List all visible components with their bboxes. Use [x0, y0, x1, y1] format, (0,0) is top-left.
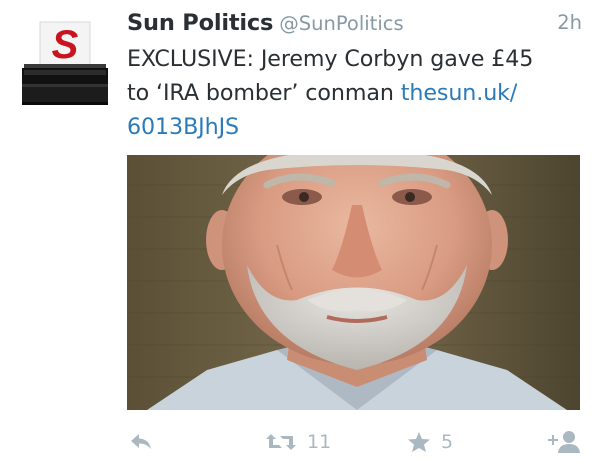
favorite-count: 5 [441, 431, 454, 453]
reply-icon [131, 434, 151, 449]
retweet-icon [266, 434, 296, 450]
tweet-link-continued[interactable]: 6013BJhJS [127, 114, 239, 140]
portrait-photo [127, 155, 580, 410]
ballot-box-logo-icon: S [22, 21, 108, 105]
add-user-icon [548, 431, 580, 453]
tweet-text-line-3: 6013BJhJS [127, 110, 587, 144]
timestamp[interactable]: 2h [557, 11, 582, 34]
tweet-link[interactable]: thesun.uk/ [401, 80, 518, 106]
follow-button[interactable] [545, 425, 581, 459]
tweet-text: EXCLUSIVE: Jeremy Corbyn gave £45 to ‘IR… [127, 42, 587, 144]
tweet-text-line-2: to ‘IRA bomber’ conman thesun.uk/ [127, 76, 587, 110]
tweet-header: Sun Politics @SunPolitics 2h [127, 10, 582, 42]
retweet-button[interactable]: 11 [265, 425, 331, 459]
tweet-text-line-1: EXCLUSIVE: Jeremy Corbyn gave £45 [127, 46, 534, 72]
tweet-photo[interactable] [127, 155, 580, 410]
retweet-count: 11 [307, 431, 332, 453]
avatar-letter: S [52, 23, 79, 67]
reply-button[interactable] [129, 425, 153, 459]
tweet-text-line-2-body: to ‘IRA bomber’ conman [127, 80, 401, 106]
tweet-actions: 11 5 [127, 425, 582, 459]
favorite-button[interactable]: 5 [407, 425, 453, 459]
tweet-card[interactable]: S Sun Politics @SunPolitics 2h EXCLUSIVE:… [0, 0, 599, 468]
star-icon [408, 432, 430, 452]
avatar[interactable]: S [18, 20, 112, 108]
display-name[interactable]: Sun Politics [127, 10, 273, 36]
user-handle[interactable]: @SunPolitics [279, 12, 403, 35]
